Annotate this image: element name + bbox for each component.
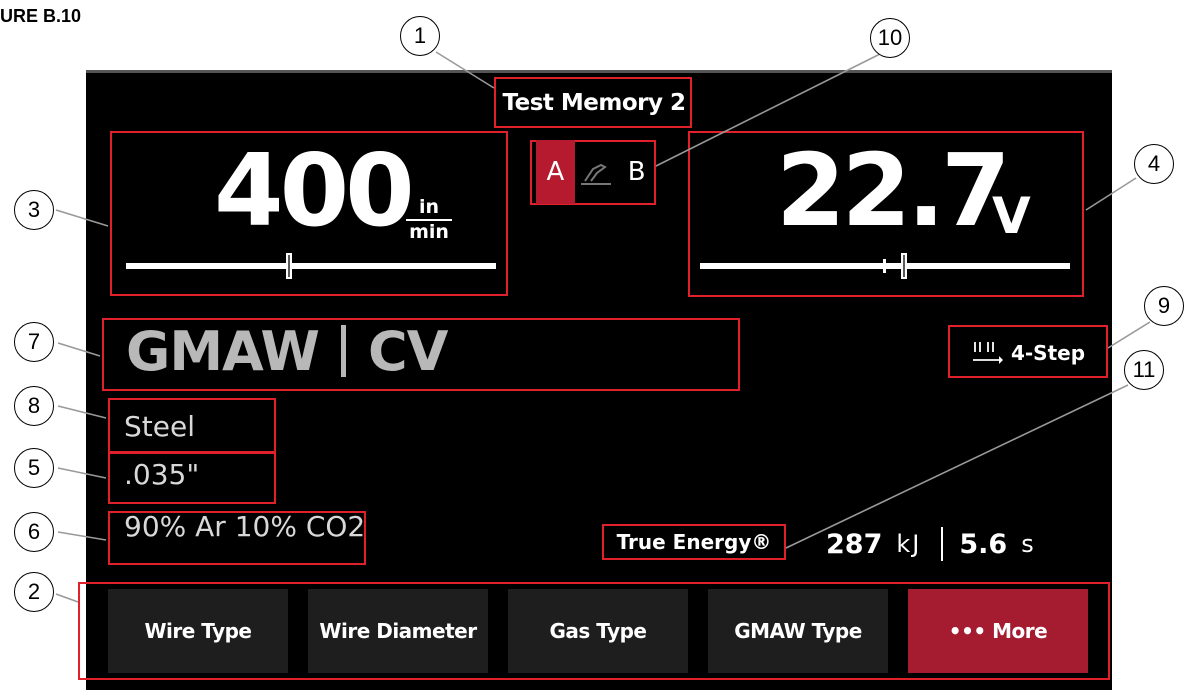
callout-5: 5 [14, 448, 54, 488]
callout-8: 8 [14, 386, 54, 426]
callout-9: 9 [1144, 286, 1184, 326]
callout-3: 3 [14, 190, 54, 230]
callout-leader-lines [55, 51, 1151, 603]
callout-1: 1 [400, 16, 440, 56]
callout-11: 11 [1124, 350, 1164, 390]
callout-10: 10 [870, 18, 910, 58]
callout-6: 6 [14, 512, 54, 552]
callout-2: 2 [14, 572, 54, 612]
callout-7: 7 [14, 322, 54, 362]
callout-4: 4 [1134, 144, 1174, 184]
